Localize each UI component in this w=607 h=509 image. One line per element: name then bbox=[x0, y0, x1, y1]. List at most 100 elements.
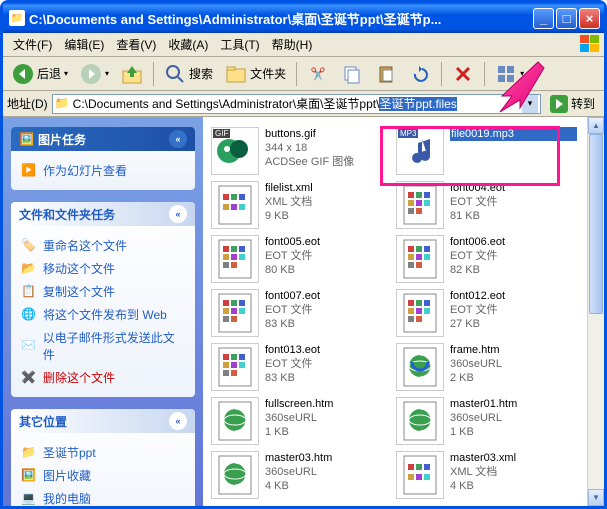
separator bbox=[484, 62, 485, 86]
file-name: font012.eot bbox=[450, 289, 577, 303]
file-thumbnail bbox=[396, 451, 444, 499]
folders-button[interactable]: 文件夹 bbox=[220, 60, 291, 88]
file-type: 81 KB bbox=[450, 209, 577, 223]
file-type: 4 KB bbox=[450, 479, 577, 493]
file-name: master01.htm bbox=[450, 397, 577, 411]
delete-link[interactable]: ✖️删除这个文件 bbox=[21, 366, 185, 389]
copy-link[interactable]: 📋复制这个文件 bbox=[21, 280, 185, 303]
file-dimensions: XML 文档 bbox=[450, 465, 577, 479]
minimize-button[interactable]: _ bbox=[533, 8, 554, 29]
file-name: font007.eot bbox=[265, 289, 392, 303]
menu-edit[interactable]: 编辑(E) bbox=[58, 34, 110, 55]
folders-icon bbox=[225, 63, 247, 85]
folder-icon: 📁 bbox=[9, 10, 25, 26]
file-name: file0019.mp3 bbox=[450, 127, 577, 141]
file-thumbnail bbox=[211, 397, 259, 445]
file-type: 27 KB bbox=[450, 317, 577, 331]
file-meta: font004.eotEOT 文件81 KB bbox=[450, 181, 577, 231]
file-thumbnail bbox=[396, 181, 444, 229]
cut-button[interactable]: ✂️ bbox=[302, 60, 334, 88]
rename-link[interactable]: 🏷️重命名这个文件 bbox=[21, 234, 185, 257]
file-meta: frame.htm360seURL2 KB bbox=[450, 343, 577, 393]
pictures-link[interactable]: 🖼️图片收藏 bbox=[21, 464, 185, 487]
file-item[interactable]: GIFbuttons.gif344 x 18ACDSee GIF 图像 bbox=[209, 125, 394, 179]
file-item[interactable]: master03.xmlXML 文档4 KB bbox=[394, 449, 579, 503]
go-button[interactable]: 转到 bbox=[545, 90, 600, 118]
scroll-up-button[interactable]: ▲ bbox=[588, 117, 604, 134]
picture-icon: 🖼️ bbox=[19, 132, 34, 146]
slideshow-icon: ▶️ bbox=[21, 163, 37, 179]
my-computer-link[interactable]: 💻我的电脑 bbox=[21, 487, 185, 506]
file-meta: font012.eotEOT 文件27 KB bbox=[450, 289, 577, 339]
close-button[interactable]: × bbox=[579, 8, 600, 29]
file-item[interactable]: fullscreen.htm360seURL1 KB bbox=[209, 395, 394, 449]
file-list[interactable]: GIFbuttons.gif344 x 18ACDSee GIF 图像MP3fi… bbox=[203, 117, 604, 506]
copy-button[interactable] bbox=[336, 60, 368, 88]
scroll-thumb[interactable] bbox=[589, 134, 603, 314]
folders-label: 文件夹 bbox=[250, 65, 286, 82]
address-label: 地址(D) bbox=[7, 95, 48, 112]
scrollbar[interactable]: ▲ ▼ bbox=[587, 117, 604, 506]
file-meta: font005.eotEOT 文件80 KB bbox=[265, 235, 392, 285]
file-type: 1 KB bbox=[450, 425, 577, 439]
delete-button[interactable] bbox=[447, 60, 479, 88]
search-button[interactable]: 搜索 bbox=[159, 60, 218, 88]
up-button[interactable] bbox=[116, 60, 148, 88]
paste-button[interactable] bbox=[370, 60, 402, 88]
address-bar: 地址(D) 📁 C:\Documents and Settings\Admini… bbox=[3, 91, 604, 117]
file-item[interactable]: font007.eotEOT 文件83 KB bbox=[209, 287, 394, 341]
file-dimensions: 360seURL bbox=[450, 411, 577, 425]
file-item[interactable]: MP3file0019.mp3 bbox=[394, 125, 579, 179]
menu-help[interactable]: 帮助(H) bbox=[266, 34, 319, 55]
go-icon bbox=[550, 95, 568, 113]
file-item[interactable]: font012.eotEOT 文件27 KB bbox=[394, 287, 579, 341]
separator bbox=[441, 62, 442, 86]
menu-tools[interactable]: 工具(T) bbox=[214, 34, 265, 55]
address-dropdown-icon[interactable]: ▾ bbox=[522, 95, 538, 113]
menu-file[interactable]: 文件(F) bbox=[7, 34, 58, 55]
maximize-button[interactable]: □ bbox=[556, 8, 577, 29]
paste-icon bbox=[375, 63, 397, 85]
file-item[interactable]: font004.eotEOT 文件81 KB bbox=[394, 179, 579, 233]
scroll-down-button[interactable]: ▼ bbox=[588, 489, 604, 506]
menu-view[interactable]: 查看(V) bbox=[110, 34, 162, 55]
view-slideshow-link[interactable]: ▶️作为幻灯片查看 bbox=[21, 159, 185, 182]
menu-favorites[interactable]: 收藏(A) bbox=[162, 34, 214, 55]
parent-folder-link[interactable]: 📁圣诞节ppt bbox=[21, 441, 185, 464]
file-dimensions: EOT 文件 bbox=[450, 303, 577, 317]
file-item[interactable]: font005.eotEOT 文件80 KB bbox=[209, 233, 394, 287]
other-places-header[interactable]: 其它位置 « bbox=[11, 409, 195, 433]
file-item[interactable]: frame.htm360seURL2 KB bbox=[394, 341, 579, 395]
undo-button[interactable] bbox=[404, 60, 436, 88]
file-item[interactable]: filelist.xmlXML 文档9 KB bbox=[209, 179, 394, 233]
file-thumbnail bbox=[396, 343, 444, 391]
forward-button[interactable]: ▾ bbox=[75, 60, 114, 88]
file-item[interactable]: master03.htm360seURL4 KB bbox=[209, 449, 394, 503]
picture-tasks-header[interactable]: 🖼️图片任务 « bbox=[11, 127, 195, 151]
rename-icon: 🏷️ bbox=[21, 238, 37, 254]
address-input[interactable]: 📁 C:\Documents and Settings\Administrato… bbox=[52, 94, 541, 114]
collapse-icon: « bbox=[169, 205, 187, 223]
file-meta: master03.xmlXML 文档4 KB bbox=[450, 451, 577, 501]
email-icon: ✉️ bbox=[21, 338, 37, 354]
file-tasks-header[interactable]: 文件和文件夹任务 « bbox=[11, 202, 195, 226]
file-thumbnail bbox=[211, 343, 259, 391]
file-item[interactable]: master01.htm360seURL1 KB bbox=[394, 395, 579, 449]
file-type: 82 KB bbox=[450, 263, 577, 277]
email-link[interactable]: ✉️以电子邮件形式发送此文件 bbox=[21, 326, 185, 366]
titlebar: 📁 C:\Documents and Settings\Administrato… bbox=[3, 3, 604, 33]
file-meta: master03.htm360seURL4 KB bbox=[265, 451, 392, 501]
back-button[interactable]: 后退 ▾ bbox=[7, 60, 73, 88]
file-meta: font006.eotEOT 文件82 KB bbox=[450, 235, 577, 285]
file-thumbnail bbox=[211, 235, 259, 283]
cut-icon: ✂️ bbox=[307, 63, 329, 85]
views-button[interactable]: ▾ bbox=[490, 60, 529, 88]
undo-icon bbox=[409, 63, 431, 85]
search-label: 搜索 bbox=[189, 65, 213, 82]
publish-link[interactable]: 🌐将这个文件发布到 Web bbox=[21, 303, 185, 326]
file-dimensions: EOT 文件 bbox=[265, 357, 392, 371]
move-link[interactable]: 📂移动这个文件 bbox=[21, 257, 185, 280]
file-dimensions: XML 文档 bbox=[265, 195, 392, 209]
file-item[interactable]: font013.eotEOT 文件83 KB bbox=[209, 341, 394, 395]
file-item[interactable]: font006.eotEOT 文件82 KB bbox=[394, 233, 579, 287]
